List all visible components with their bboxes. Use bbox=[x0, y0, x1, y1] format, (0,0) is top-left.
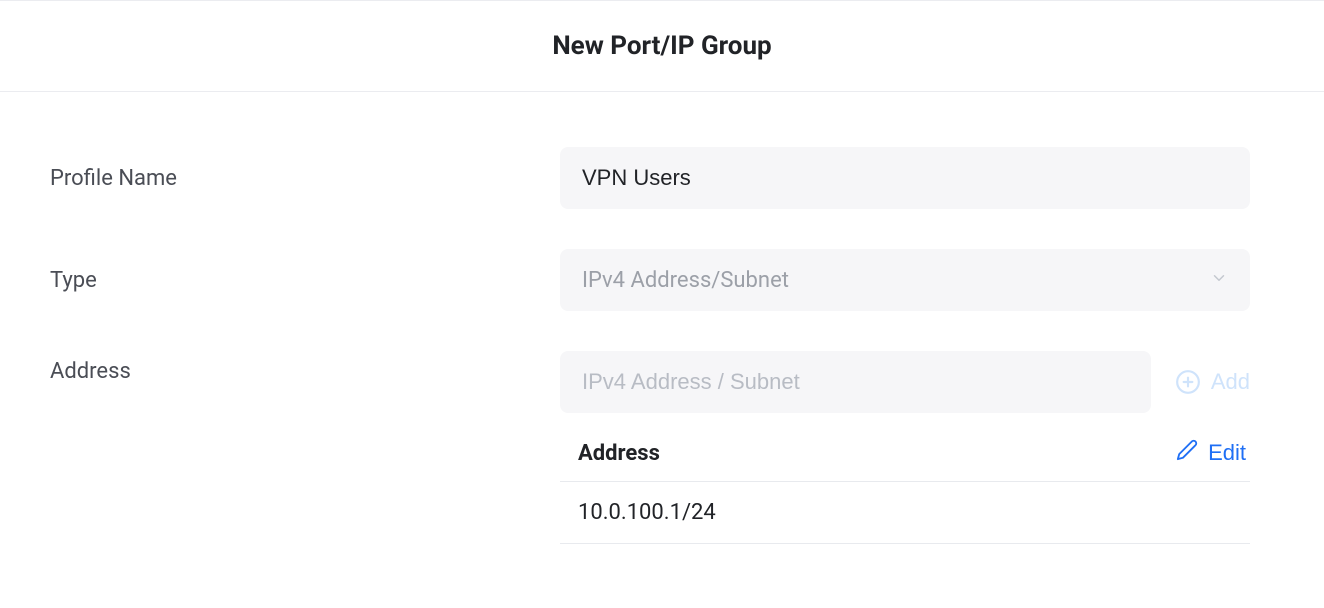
row-address: Address Add Address bbox=[50, 351, 1254, 544]
plus-circle-icon bbox=[1175, 369, 1201, 395]
form-container: Profile Name Type IPv4 Address/Subnet Ad… bbox=[0, 92, 1324, 544]
page-title: New Port/IP Group bbox=[0, 31, 1324, 61]
field-col-profile-name bbox=[560, 147, 1254, 209]
add-button-label: Add bbox=[1211, 369, 1250, 395]
address-input-row: Add bbox=[560, 351, 1250, 413]
add-button[interactable]: Add bbox=[1151, 369, 1250, 395]
pencil-icon bbox=[1176, 439, 1198, 467]
row-profile-name: Profile Name bbox=[50, 147, 1254, 209]
chevron-down-icon bbox=[1210, 268, 1228, 293]
page-header: New Port/IP Group bbox=[0, 0, 1324, 92]
address-input[interactable] bbox=[560, 351, 1151, 413]
label-profile-name: Profile Name bbox=[50, 166, 560, 191]
field-col-type: IPv4 Address/Subnet bbox=[560, 249, 1254, 311]
table-row: 10.0.100.1/24 bbox=[560, 482, 1250, 544]
type-select-wrap: IPv4 Address/Subnet bbox=[560, 249, 1250, 311]
type-selected-text: IPv4 Address/Subnet bbox=[582, 268, 789, 293]
label-type: Type bbox=[50, 268, 560, 293]
field-col-address: Add Address Edit 10.0.100.1/24 bbox=[560, 351, 1254, 544]
edit-button[interactable]: Edit bbox=[1176, 439, 1250, 467]
type-select[interactable]: IPv4 Address/Subnet bbox=[560, 249, 1250, 311]
row-type: Type IPv4 Address/Subnet bbox=[50, 249, 1254, 311]
profile-name-input[interactable] bbox=[560, 147, 1250, 209]
address-table: Address Edit 10.0.100.1/24 bbox=[560, 431, 1250, 544]
label-address: Address bbox=[50, 351, 560, 384]
address-table-header-label: Address bbox=[578, 441, 660, 466]
edit-button-label: Edit bbox=[1208, 440, 1246, 466]
address-table-header: Address Edit bbox=[560, 431, 1250, 482]
